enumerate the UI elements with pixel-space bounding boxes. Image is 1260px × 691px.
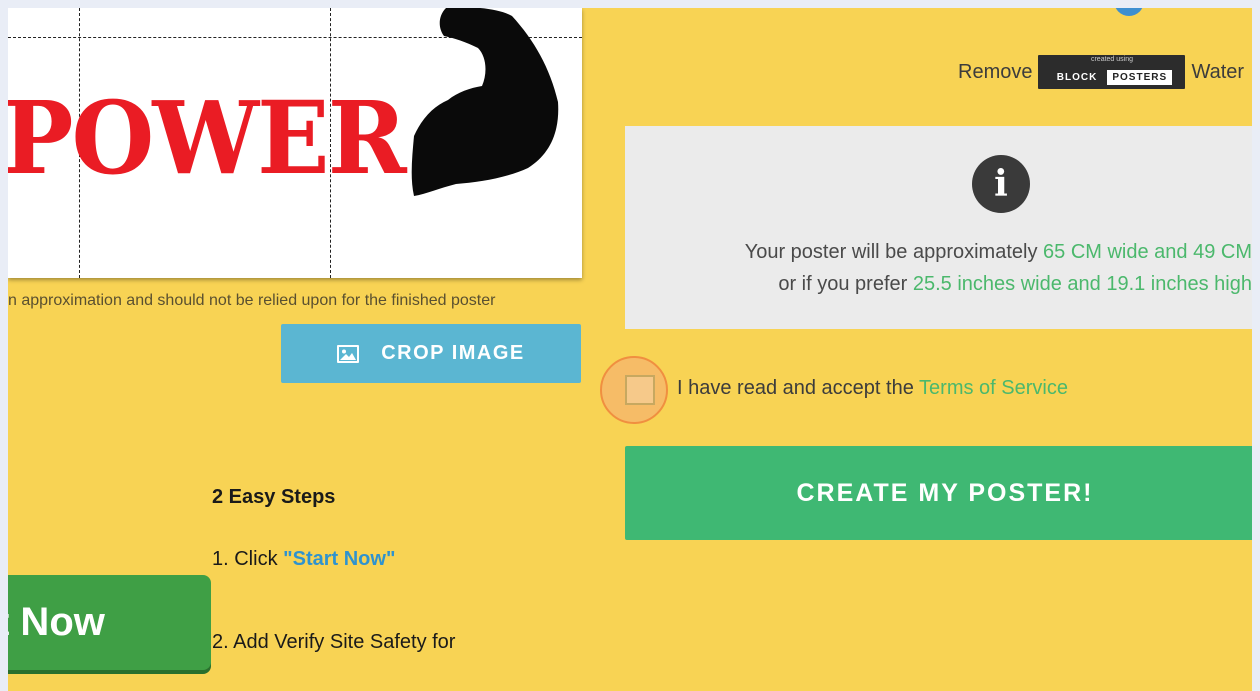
terms-checkbox[interactable] [625, 375, 655, 405]
size-inches-value: 25.5 inches wide and 19.1 inches high [912, 273, 1252, 295]
terms-of-service-link[interactable]: Terms of Service [919, 377, 1068, 399]
preview-power-text: POWER [8, 79, 407, 197]
preview-disclaimer: n approximation and should not be relied… [8, 292, 496, 309]
size-cm-line: Your poster will be approximately 65 CM … [745, 241, 1252, 264]
bicep-icon [411, 8, 559, 196]
size-inches-line: or if you prefer 25.5 inches wide and 19… [778, 273, 1252, 296]
poster-size-info-panel: i Your poster will be approximately 65 C… [625, 126, 1252, 329]
start-now-button[interactable]: t Now [8, 575, 211, 670]
info-icon: i [972, 155, 1030, 213]
page-frame: POWER n approximation and should not be … [8, 8, 1252, 691]
crop-image-label: CROP IMAGE [381, 342, 525, 364]
image-icon [337, 344, 360, 363]
toggle-indicator[interactable] [1114, 8, 1144, 16]
remove-watermark-label-suffix: Water [1191, 60, 1245, 83]
watermark-badge-word: POSTERS [1107, 70, 1173, 85]
steps-title: 2 Easy Steps [212, 486, 336, 508]
poster-preview: POWER [8, 8, 582, 278]
start-now-link[interactable]: "Start Now" [283, 548, 395, 570]
watermark-badge-word: BLOCK [1056, 72, 1098, 83]
remove-watermark-label: Remove [958, 60, 1033, 83]
crop-image-button[interactable]: CROP IMAGE [281, 324, 581, 383]
step-2: 2. Add Verify Site Safety for [212, 631, 456, 653]
terms-label: I have read and accept the Terms of Serv… [677, 377, 1068, 400]
create-poster-button[interactable]: CREATE MY POSTER! [625, 446, 1252, 540]
terms-text: I have read and accept the [677, 377, 920, 399]
size-cm-value: 65 CM wide and 49 CM [1043, 241, 1252, 263]
size-cm-prefix: Your poster will be approximately [744, 241, 1044, 263]
step-1: 1. Click "Start Now" [212, 548, 395, 571]
watermark-badge-caption: created using [1090, 56, 1133, 63]
size-inches-prefix: or if you prefer [778, 273, 913, 295]
remove-watermark-option[interactable]: Remove created using BLOCK POSTERS Water [958, 55, 1244, 89]
step-1-text: 1. Click [212, 548, 284, 570]
watermark-badge: created using BLOCK POSTERS [1038, 55, 1186, 89]
